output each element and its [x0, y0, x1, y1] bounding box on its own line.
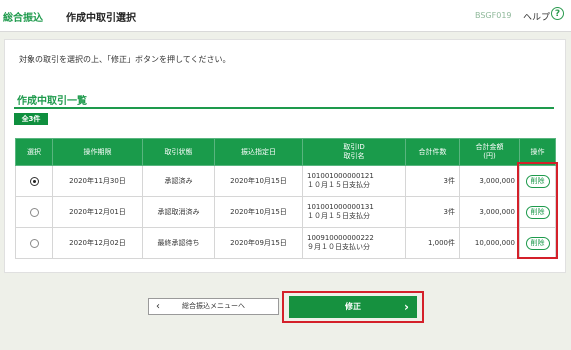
- row-radio[interactable]: [29, 238, 39, 248]
- section-divider: [14, 107, 554, 109]
- transaction-name: ９月１０日支払い分: [307, 243, 370, 251]
- amount-cell: 3,000,000: [459, 196, 520, 228]
- back-button-label: 総合振込メニューへ: [182, 302, 245, 310]
- table-header-row: 選択 操作期限 取引状態 振込指定日 取引ID 取引名 合計件数 合計金額 (円…: [15, 138, 556, 166]
- screen-code: BSGF019: [475, 11, 512, 20]
- transaction-id: 101001000000121: [307, 172, 374, 180]
- help-link[interactable]: ヘルプ: [523, 10, 550, 23]
- main-panel: 対象の取引を選択の上、「修正」ボタンを押してください。 作成中取引一覧 全3件 …: [4, 39, 566, 273]
- transfer-date-cell: 2020年10月15日: [214, 196, 303, 228]
- column-header-transfer-date: 振込指定日: [214, 138, 303, 166]
- row-radio[interactable]: [29, 207, 39, 217]
- column-header-id-name: 取引ID 取引名: [302, 138, 406, 166]
- deadline-cell: 2020年11月30日: [52, 165, 143, 197]
- count-cell: 3件: [405, 165, 460, 197]
- count-cell: 3件: [405, 196, 460, 228]
- id-name-cell: 101001000000131 １０月１５日支払分: [302, 196, 406, 228]
- column-header-select: 選択: [15, 138, 53, 166]
- section-title: 作成中取引一覧: [17, 96, 87, 107]
- column-header-status: 取引状態: [142, 138, 215, 166]
- transactions-table: 選択 操作期限 取引状態 振込指定日 取引ID 取引名 合計件数 合計金額 (円…: [15, 138, 556, 259]
- column-header-amount: 合計金額 (円): [459, 138, 520, 166]
- help-icon[interactable]: ?: [551, 7, 564, 20]
- transaction-id: 101001000000131: [307, 203, 374, 211]
- amount-cell: 3,000,000: [459, 165, 520, 197]
- deadline-cell: 2020年12月02日: [52, 227, 143, 259]
- chevron-right-icon: ›: [404, 300, 409, 314]
- deadline-cell: 2020年12月01日: [52, 196, 143, 228]
- instruction-text: 対象の取引を選択の上、「修正」ボタンを押してください。: [19, 55, 231, 64]
- transaction-name: １０月１５日支払分: [307, 212, 370, 220]
- count-cell: 1,000件: [405, 227, 460, 259]
- transaction-name: １０月１５日支払分: [307, 181, 370, 189]
- id-name-cell: 101001000000121 １０月１５日支払分: [302, 165, 406, 197]
- id-name-cell: 100910000000222 ９月１０日支払い分: [302, 227, 406, 259]
- column-header-deadline: 操作期限: [52, 138, 143, 166]
- fix-button-label: 修正: [345, 302, 361, 311]
- column-header-count: 合計件数: [405, 138, 460, 166]
- amount-cell: 10,000,000: [459, 227, 520, 259]
- brand-label: 総合振込: [3, 13, 43, 24]
- status-cell: 承認済み: [142, 165, 215, 197]
- table-row[interactable]: 2020年12月01日 承認取消済み 2020年10月15日 101001000…: [15, 196, 556, 228]
- count-badge: 全3件: [14, 113, 48, 125]
- row-radio-selected[interactable]: [29, 176, 39, 186]
- status-cell: 承認取消済み: [142, 196, 215, 228]
- back-to-menu-button[interactable]: ‹ 総合振込メニューへ: [148, 298, 279, 315]
- table-row[interactable]: 2020年12月02日 最終承認待ち 2020年09月15日 100910000…: [15, 227, 556, 259]
- transaction-id: 100910000000222: [307, 234, 374, 242]
- transfer-date-cell: 2020年10月15日: [214, 165, 303, 197]
- action-column-highlight: [517, 162, 558, 259]
- status-cell: 最終承認待ち: [142, 227, 215, 259]
- transfer-date-cell: 2020年09月15日: [214, 227, 303, 259]
- fix-button[interactable]: 修正 ›: [289, 296, 417, 318]
- page-title: 作成中取引選択: [66, 13, 136, 24]
- header-bar: 総合振込 作成中取引選択 BSGF019 ヘルプ ?: [0, 0, 571, 32]
- table-row[interactable]: 2020年11月30日 承認済み 2020年10月15日 10100100000…: [15, 165, 556, 197]
